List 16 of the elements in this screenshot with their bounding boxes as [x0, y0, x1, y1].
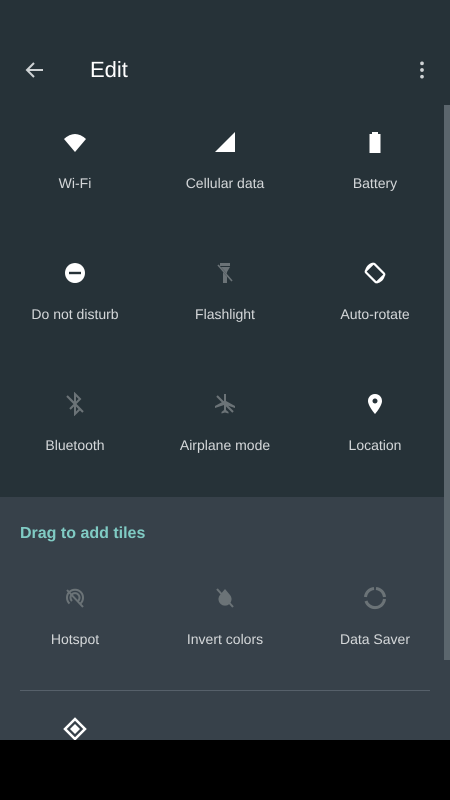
tile-label: Do not disturb: [31, 305, 119, 323]
tile-label: Wi-Fi: [58, 174, 92, 192]
tile-label: Hotspot: [50, 630, 100, 648]
tile-label: Bluetooth: [45, 436, 105, 454]
tile-label: Invert colors: [186, 630, 264, 648]
tile-label: Data Saver: [340, 630, 410, 648]
tile-label: Battery: [352, 174, 398, 192]
screen-title: Edit: [90, 57, 129, 83]
tile-label: Location: [348, 436, 402, 454]
tile-label: Flashlight: [195, 305, 255, 323]
scrollbar[interactable]: [444, 105, 450, 660]
more-options-icon[interactable]: [419, 60, 425, 80]
tile-label: Airplane mode: [180, 436, 270, 454]
section-title: Drag to add tiles: [19, 524, 146, 544]
tile-label: Auto-rotate: [340, 305, 410, 323]
tile-label: Cellular data: [186, 174, 264, 192]
